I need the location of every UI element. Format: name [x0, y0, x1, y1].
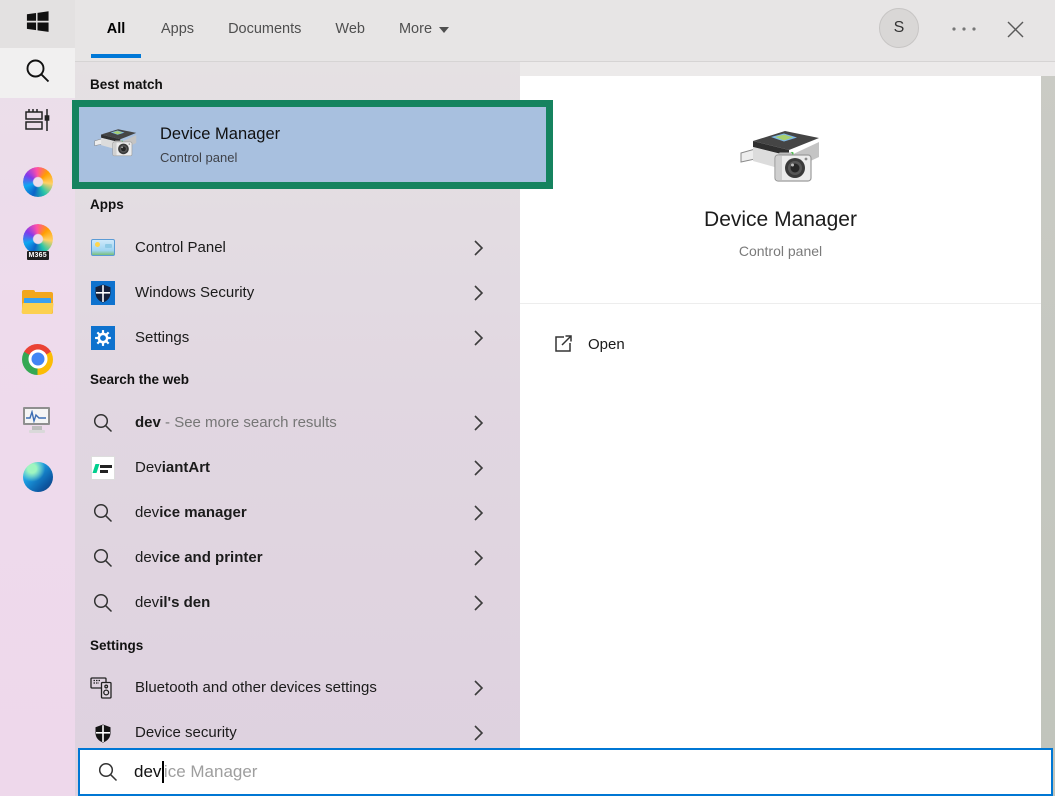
header-gap [520, 62, 1055, 76]
tab-web[interactable]: Web [335, 21, 365, 37]
tab-apps[interactable]: Apps [161, 21, 194, 37]
chevron-right-icon[interactable] [474, 680, 484, 696]
device-manager-icon [93, 126, 139, 164]
section-header-apps: Apps [90, 197, 520, 213]
best-match-subtitle: Control panel [160, 150, 280, 165]
taskbar-item-filmstrip[interactable] [0, 103, 75, 141]
web-suggestion-see-more[interactable]: dev - See more search results [75, 400, 520, 445]
control-panel-icon [90, 235, 116, 261]
device-manager-icon [737, 125, 825, 187]
caret-down-icon [439, 27, 449, 33]
preview-title: Device Manager [520, 208, 1041, 232]
section-header-settings: Settings [90, 638, 520, 654]
search-autocomplete-suggestion: ice Manager [164, 762, 258, 782]
web-suggestion-deviantart[interactable]: DeviantArt [75, 445, 520, 490]
preview-panel: Device Manager Control panel Open [520, 76, 1041, 748]
user-avatar[interactable]: S [879, 8, 919, 48]
active-tab-underline [91, 54, 141, 58]
bluetooth-devices-icon [90, 675, 116, 701]
search-icon [90, 545, 116, 571]
file-explorer-icon [22, 290, 53, 315]
search-icon [90, 500, 116, 526]
taskbar-item-edge[interactable] [0, 458, 75, 496]
result-control-panel[interactable]: Control Panel [75, 225, 520, 270]
best-match-result-device-manager[interactable]: Device Manager Control panel [72, 100, 553, 189]
desktop-edge-strip [1041, 62, 1055, 796]
taskbar-search-button[interactable] [0, 48, 75, 98]
edge-icon [23, 462, 53, 492]
chrome-icon [22, 344, 53, 375]
search-header: All Apps Documents Web More S [75, 0, 1055, 62]
search-icon [23, 56, 53, 91]
search-typed-text: dev [134, 762, 161, 782]
taskbar-item-chrome[interactable] [0, 340, 75, 378]
taskbar-item-file-explorer[interactable] [0, 284, 75, 320]
start-button[interactable] [0, 0, 75, 48]
settings-result-bluetooth[interactable]: Bluetooth and other devices settings [75, 665, 520, 710]
search-icon [90, 410, 116, 436]
more-options-button[interactable] [947, 16, 981, 42]
chevron-right-icon[interactable] [474, 505, 484, 521]
close-button[interactable] [1000, 13, 1030, 45]
chevron-right-icon[interactable] [474, 285, 484, 301]
result-settings[interactable]: Settings [75, 315, 520, 360]
preview-subtitle: Control panel [520, 243, 1041, 259]
best-match-title: Device Manager [160, 125, 280, 144]
open-action[interactable]: Open [520, 331, 1041, 357]
chevron-right-icon[interactable] [474, 415, 484, 431]
taskbar-item-m365-copilot[interactable]: M365 [0, 222, 75, 262]
copilot-icon [23, 167, 53, 197]
filmstrip-slider-icon [23, 105, 53, 140]
windows-logo-icon [25, 9, 50, 39]
tab-documents[interactable]: Documents [228, 21, 301, 37]
m365-badge: M365 [27, 251, 49, 260]
chevron-right-icon[interactable] [474, 595, 484, 611]
windows-search-flyout: M365 All Apps Doc [0, 0, 1055, 796]
result-windows-security[interactable]: Windows Security [75, 270, 520, 315]
chevron-right-icon[interactable] [474, 240, 484, 256]
device-security-shield-icon [90, 720, 116, 746]
performance-monitor-icon [22, 406, 53, 433]
chevron-right-icon[interactable] [474, 460, 484, 476]
section-header-best-match: Best match [90, 77, 520, 93]
web-suggestion-device-and-printer[interactable]: device and printer [75, 535, 520, 580]
settings-gear-icon [90, 325, 116, 351]
close-icon [1007, 21, 1024, 38]
divider [520, 303, 1041, 304]
m365-copilot-icon: M365 [21, 224, 55, 260]
tab-all[interactable]: All [91, 21, 141, 37]
open-action-label: Open [588, 336, 625, 353]
windows-security-icon [90, 280, 116, 306]
taskbar-item-performance-monitor[interactable] [0, 401, 75, 437]
tab-more[interactable]: More [399, 21, 449, 37]
chevron-right-icon[interactable] [474, 550, 484, 566]
taskbar-item-copilot[interactable] [0, 163, 75, 201]
ellipsis-icon [951, 26, 977, 32]
open-external-icon [553, 334, 573, 354]
deviantart-icon [90, 455, 116, 481]
section-header-search-the-web: Search the web [90, 372, 520, 388]
web-suggestion-devils-den[interactable]: devil's den [75, 580, 520, 625]
web-suggestion-device-manager[interactable]: device manager [75, 490, 520, 535]
chevron-right-icon[interactable] [474, 330, 484, 346]
search-input[interactable]: dev ice Manager [78, 748, 1053, 796]
filter-tabs: All Apps Documents Web More [91, 0, 449, 58]
search-icon [97, 761, 119, 783]
chevron-right-icon[interactable] [474, 725, 484, 741]
taskbar: M365 [0, 0, 75, 796]
search-icon [90, 590, 116, 616]
